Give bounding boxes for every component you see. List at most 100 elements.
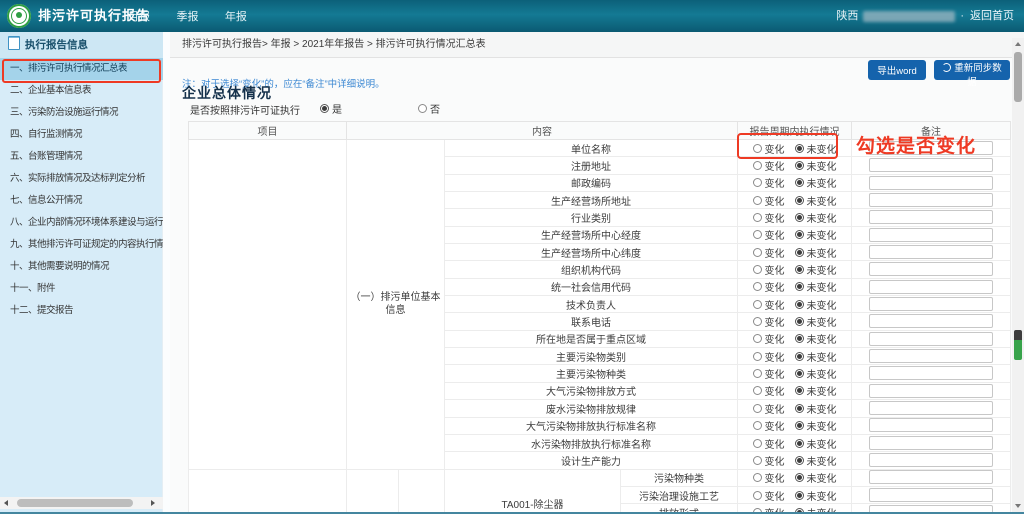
sidebar-scrollbar-track[interactable] xyxy=(162,32,170,512)
radio-option-no[interactable]: 否 xyxy=(418,101,440,116)
radio-unchanged[interactable]: 未变化 xyxy=(795,279,837,294)
radio-changed[interactable]: 变化 xyxy=(753,314,785,329)
scroll-right-icon[interactable] xyxy=(151,500,155,506)
radio-unchanged[interactable]: 未变化 xyxy=(795,193,837,208)
remark-input[interactable] xyxy=(869,176,993,190)
radio-changed[interactable]: 变化 xyxy=(753,436,785,451)
radio-unchanged[interactable]: 未变化 xyxy=(795,349,837,364)
radio-changed[interactable]: 变化 xyxy=(753,158,785,173)
radio-unchanged[interactable]: 未变化 xyxy=(795,383,837,398)
radio-unchanged[interactable]: 未变化 xyxy=(795,366,837,381)
remark-input[interactable] xyxy=(869,453,993,467)
scrollbar-thumb[interactable] xyxy=(17,499,133,507)
scrollbar-thumb[interactable] xyxy=(1014,52,1022,102)
item-label: 生产经营场所中心经度 xyxy=(445,226,738,243)
radio-unchanged[interactable]: 未变化 xyxy=(795,453,837,468)
remark-input[interactable] xyxy=(869,418,993,432)
export-word-button[interactable]: 导出word xyxy=(868,60,926,80)
radio-unchanged[interactable]: 未变化 xyxy=(795,227,837,242)
remark-input[interactable] xyxy=(869,436,993,450)
radio-changed[interactable]: 变化 xyxy=(753,227,785,242)
sidebar-item[interactable]: 五、台账管理情况 xyxy=(0,146,163,168)
radio-unchanged[interactable]: 未变化 xyxy=(795,488,837,503)
radio-changed[interactable]: 变化 xyxy=(753,418,785,433)
sidebar-item[interactable]: 十二、提交报告 xyxy=(0,300,163,322)
remark-input[interactable] xyxy=(869,280,993,294)
sidebar-item[interactable]: 六、实际排放情况及达标判定分析 xyxy=(0,168,163,190)
radio-icon xyxy=(753,404,762,413)
sidebar-horizontal-scrollbar[interactable] xyxy=(0,497,163,509)
radio-changed[interactable]: 变化 xyxy=(753,245,785,260)
radio-option-yes[interactable]: 是 xyxy=(320,101,342,116)
radio-unchanged[interactable]: 未变化 xyxy=(795,175,837,190)
radio-changed[interactable]: 变化 xyxy=(753,210,785,225)
remark-input[interactable] xyxy=(869,262,993,276)
remark-input[interactable] xyxy=(869,505,993,512)
change-status-cell: 变化未变化 xyxy=(738,209,852,226)
remark-input[interactable] xyxy=(869,158,993,172)
radio-changed[interactable]: 变化 xyxy=(753,331,785,346)
breadcrumb[interactable]: 排污许可执行报告> 年报 > 2021年年报告 > 排污许可执行情况汇总表 xyxy=(182,32,486,57)
radio-unchanged[interactable]: 未变化 xyxy=(795,331,837,346)
remark-input[interactable] xyxy=(869,488,993,502)
scroll-up-icon[interactable] xyxy=(1015,42,1021,46)
radio-unchanged[interactable]: 未变化 xyxy=(795,262,837,277)
radio-changed[interactable]: 变化 xyxy=(753,193,785,208)
sidebar-item[interactable]: 三、污染防治设施运行情况 xyxy=(0,102,163,124)
sidebar-item[interactable]: 二、企业基本信息表 xyxy=(0,80,163,102)
nav-annual-report[interactable]: 年报 xyxy=(225,1,247,33)
radio-changed[interactable]: 变化 xyxy=(753,470,785,485)
scroll-left-icon[interactable] xyxy=(4,500,8,506)
remark-input[interactable] xyxy=(869,332,993,346)
radio-changed[interactable]: 变化 xyxy=(753,401,785,416)
main-vertical-scrollbar[interactable] xyxy=(1012,38,1024,512)
sidebar-item[interactable]: 十一、附件 xyxy=(0,278,163,300)
radio-unchanged[interactable]: 未变化 xyxy=(795,314,837,329)
nav-monthly-report[interactable]: 月报 xyxy=(128,1,150,33)
item-label: 主要污染物种类 xyxy=(445,365,738,382)
remark-input[interactable] xyxy=(869,401,993,415)
remark-input[interactable] xyxy=(869,314,993,328)
remark-input[interactable] xyxy=(869,245,993,259)
remark-input[interactable] xyxy=(869,366,993,380)
radio-changed[interactable]: 变化 xyxy=(753,279,785,294)
radio-unchanged[interactable]: 未变化 xyxy=(795,245,837,260)
radio-icon xyxy=(753,421,762,430)
radio-changed[interactable]: 变化 xyxy=(753,488,785,503)
radio-unchanged[interactable]: 未变化 xyxy=(795,158,837,173)
remark-input[interactable] xyxy=(869,210,993,224)
remark-input[interactable] xyxy=(869,228,993,242)
remark-input[interactable] xyxy=(869,297,993,311)
resync-data-button[interactable]: 重新同步数据 xyxy=(934,60,1010,80)
radio-changed[interactable]: 变化 xyxy=(753,453,785,468)
radio-changed[interactable]: 变化 xyxy=(753,505,785,512)
sidebar-item[interactable]: 八、企业内部情况环境体系建设与运行情况 xyxy=(0,212,163,234)
radio-changed[interactable]: 变化 xyxy=(753,262,785,277)
sidebar-item[interactable]: 一、排污许可执行情况汇总表 xyxy=(0,58,163,80)
radio-unchanged[interactable]: 未变化 xyxy=(795,418,837,433)
radio-unchanged[interactable]: 未变化 xyxy=(795,297,837,312)
sidebar-item[interactable]: 九、其他排污许可证规定的内容执行情况 xyxy=(0,234,163,256)
sidebar-item[interactable]: 七、信息公开情况 xyxy=(0,190,163,212)
radio-unchanged[interactable]: 未变化 xyxy=(795,436,837,451)
remark-input[interactable] xyxy=(869,470,993,484)
nav-quarterly-report[interactable]: 季报 xyxy=(176,1,198,33)
home-link[interactable]: 返回首页 xyxy=(970,10,1014,22)
radio-changed[interactable]: 变化 xyxy=(753,297,785,312)
radio-unchanged[interactable]: 未变化 xyxy=(795,505,837,512)
radio-changed[interactable]: 变化 xyxy=(753,383,785,398)
sidebar-item[interactable]: 四、自行监测情况 xyxy=(0,124,163,146)
remark-input[interactable] xyxy=(869,349,993,363)
radio-unchanged[interactable]: 未变化 xyxy=(795,470,837,485)
radio-unchanged[interactable]: 未变化 xyxy=(795,401,837,416)
radio-changed[interactable]: 变化 xyxy=(753,349,785,364)
remark-input[interactable] xyxy=(869,384,993,398)
radio-unchanged[interactable]: 未变化 xyxy=(795,210,837,225)
radio-changed[interactable]: 变化 xyxy=(753,175,785,190)
scroll-down-icon[interactable] xyxy=(1015,504,1021,508)
sidebar-item[interactable]: 十、其他需要说明的情况 xyxy=(0,256,163,278)
radio-changed[interactable]: 变化 xyxy=(753,366,785,381)
remark-input[interactable] xyxy=(869,193,993,207)
radio-changed[interactable]: 变化 xyxy=(753,141,785,156)
radio-unchanged[interactable]: 未变化 xyxy=(795,141,837,156)
